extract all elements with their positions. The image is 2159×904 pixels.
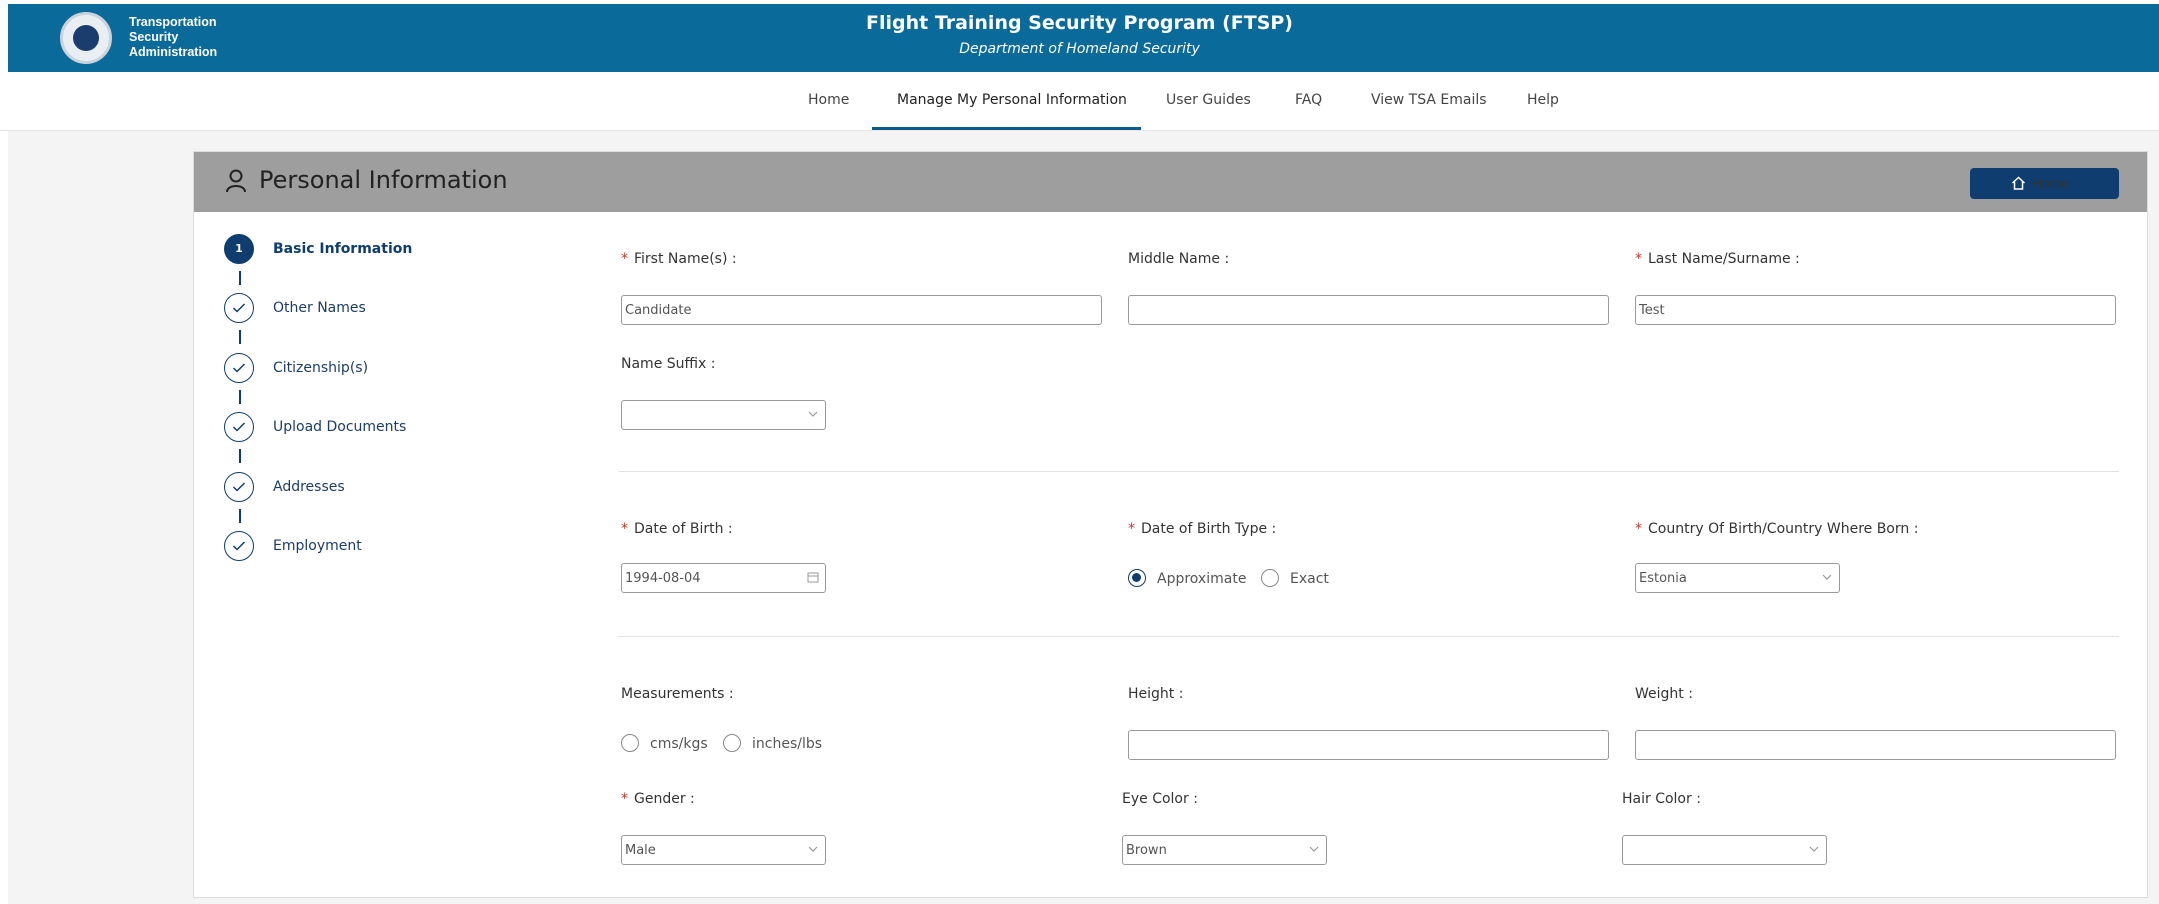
check-circle-icon (224, 412, 254, 442)
dob-label-text: Date of Birth : (634, 521, 733, 537)
section-divider (618, 471, 2119, 472)
person-icon (226, 169, 246, 193)
step-connector (239, 509, 241, 523)
last-name-input[interactable] (1635, 295, 2116, 325)
height-label: Height : (1128, 686, 1184, 702)
gender-label-text: Gender : (634, 791, 695, 807)
personal-info-card: Personal Information Home 1 Basic Inform… (193, 151, 2148, 898)
required-marker: * (1635, 521, 1642, 537)
required-marker: * (621, 251, 628, 267)
first-name-input[interactable] (621, 295, 1102, 325)
step-employment[interactable]: Employment (224, 531, 524, 563)
middle-name-input[interactable] (1128, 295, 1609, 325)
country-of-birth-select[interactable]: Estonia (1635, 563, 1840, 593)
first-name-label-text: First Name(s) : (634, 251, 737, 267)
measurements-inches-lbs-radio[interactable] (723, 734, 741, 752)
name-suffix-label: Name Suffix : (621, 356, 716, 372)
gender-value: Male (625, 843, 656, 858)
nav-manage-personal-info[interactable]: Manage My Personal Information (897, 92, 1127, 108)
weight-label: Weight : (1635, 686, 1693, 702)
dob-value: 1994-08-04 (625, 571, 701, 586)
hair-color-select[interactable] (1622, 835, 1827, 865)
dob-type-label-text: Date of Birth Type : (1141, 521, 1277, 537)
eye-color-select[interactable]: Brown (1122, 835, 1327, 865)
name-suffix-select[interactable] (621, 400, 826, 430)
dob-type-approximate-label: Approximate (1157, 571, 1247, 587)
chevron-down-icon (1809, 846, 1819, 852)
check-circle-icon (224, 472, 254, 502)
gender-select[interactable]: Male (621, 835, 826, 865)
step-number-badge: 1 (224, 234, 254, 264)
step-label: Citizenship(s) (273, 360, 369, 376)
home-button-label: Home (2032, 175, 2070, 191)
eye-color-value: Brown (1126, 843, 1167, 858)
step-upload-documents[interactable]: Upload Documents (224, 412, 524, 444)
home-button[interactable]: Home (1970, 168, 2119, 199)
check-circle-icon (224, 531, 254, 561)
step-label: Employment (273, 538, 362, 554)
first-name-label: * First Name(s) : (621, 251, 737, 267)
app-title: Flight Training Security Program (FTSP) (866, 12, 1293, 34)
dob-type-exact-radio[interactable] (1261, 569, 1279, 587)
dob-type-label: * Date of Birth Type : (1128, 521, 1276, 537)
last-name-label-text: Last Name/Surname : (1648, 251, 1800, 267)
step-label: Other Names (273, 300, 366, 316)
step-label: Basic Information (273, 241, 413, 257)
measurements-cms-kgs-label: cms/kgs (650, 736, 708, 752)
step-other-names[interactable]: Other Names (224, 293, 524, 325)
dob-type-approximate-radio[interactable] (1128, 569, 1146, 587)
step-label: Upload Documents (273, 419, 407, 435)
step-citizenships[interactable]: Citizenship(s) (224, 353, 524, 385)
country-of-birth-label: * Country Of Birth/Country Where Born : (1635, 521, 1918, 537)
country-of-birth-label-text: Country Of Birth/Country Where Born : (1648, 521, 1919, 537)
dob-label: * Date of Birth : (621, 521, 733, 537)
required-marker: * (1128, 521, 1135, 537)
nav-active-indicator (872, 127, 1141, 130)
eye-color-label: Eye Color : (1122, 791, 1198, 807)
nav-help[interactable]: Help (1527, 92, 1559, 108)
calendar-icon[interactable] (807, 571, 819, 583)
required-marker: * (621, 521, 628, 537)
step-basic-information[interactable]: 1 Basic Information (224, 234, 524, 266)
step-addresses[interactable]: Addresses (224, 472, 524, 504)
step-connector (239, 330, 241, 344)
home-icon (2011, 176, 2026, 190)
measurements-inches-lbs-label: inches/lbs (752, 736, 823, 752)
last-name-label: * Last Name/Surname : (1635, 251, 1800, 267)
chevron-down-icon (808, 411, 818, 417)
chevron-down-icon (1822, 574, 1832, 580)
section-divider (618, 636, 2119, 637)
hair-color-label: Hair Color : (1622, 791, 1701, 807)
middle-name-label: Middle Name : (1128, 251, 1230, 267)
weight-input[interactable] (1635, 730, 2116, 760)
step-connector (239, 390, 241, 404)
step-connector (239, 271, 241, 285)
step-connector (239, 449, 241, 463)
nav-home[interactable]: Home (808, 92, 849, 108)
step-label: Addresses (273, 479, 345, 495)
nav-faq[interactable]: FAQ (1295, 92, 1322, 108)
check-circle-icon (224, 293, 254, 323)
required-marker: * (1635, 251, 1642, 267)
check-circle-icon (224, 353, 254, 383)
gender-label: * Gender : (621, 791, 695, 807)
top-header: Transportation Security Administration F… (0, 0, 2159, 72)
chevron-down-icon (808, 846, 818, 852)
country-of-birth-value: Estonia (1639, 571, 1687, 586)
measurements-cms-kgs-radio[interactable] (621, 734, 639, 752)
required-marker: * (621, 791, 628, 807)
card-title: Personal Information (259, 166, 508, 194)
card-header: Personal Information Home (194, 152, 2147, 212)
dob-date-input[interactable]: 1994-08-04 (621, 563, 826, 593)
app-subtitle: Department of Homeland Security (959, 41, 1200, 57)
chevron-down-icon (1309, 846, 1319, 852)
height-input[interactable] (1128, 730, 1609, 760)
dob-type-exact-label: Exact (1290, 571, 1329, 587)
nav-view-tsa-emails[interactable]: View TSA Emails (1371, 92, 1487, 108)
main-nav: Home Manage My Personal Information User… (0, 72, 2159, 131)
nav-user-guides[interactable]: User Guides (1166, 92, 1251, 108)
measurements-label: Measurements : (621, 686, 734, 702)
